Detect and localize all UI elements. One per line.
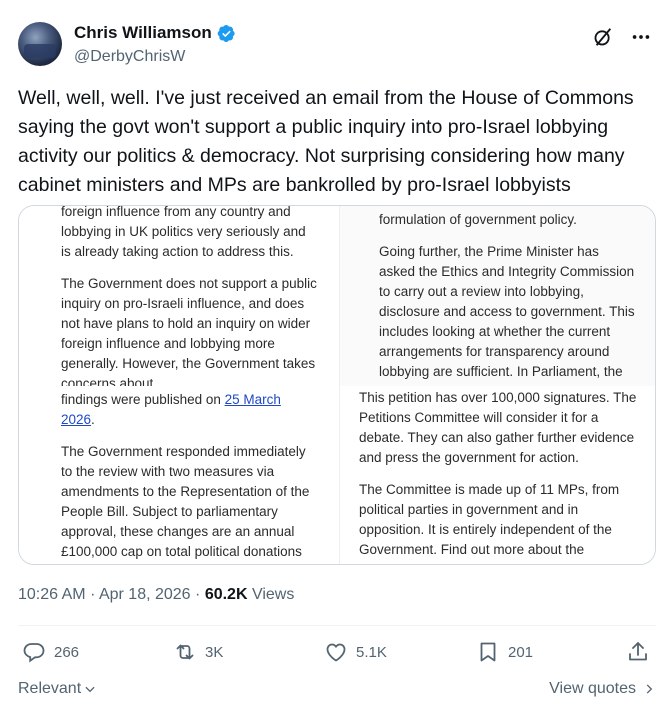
tweet-media-image[interactable]: foreign influence from any country and l… [18,205,656,565]
sort-label: Relevant [18,680,82,697]
divider [18,625,656,626]
like-icon [326,643,346,662]
replies-footer: Relevant View quotes [18,680,656,702]
views-label: Views [251,586,295,603]
share-icon [629,642,647,661]
media-paragraph: The Committee is made up of 11 MPs, from… [359,482,620,564]
bookmark-count: 201 [508,643,534,661]
grok-icon[interactable] [592,26,614,48]
repost-icon [176,644,194,660]
media-panel-bottom-left: findings were published on 25 March 2026… [19,386,339,564]
bookmark-button[interactable]: 201 [476,640,533,664]
repost-button[interactable]: 3K [173,640,223,664]
media-panel-bottom-right: This petition has over 100,000 signature… [339,386,655,564]
author-handle[interactable]: @DerbyChrisW [74,48,185,66]
media-text: . [91,412,95,427]
action-bar: 266 3K 5.1K 201 [18,640,656,668]
like-button[interactable]: 5.1K [324,640,387,664]
more-icon[interactable] [630,26,652,48]
tweet-time[interactable]: 10:26 AM [18,586,86,603]
tweet-date[interactable]: Apr 18, 2026 [99,586,191,603]
view-quotes-label: View quotes [549,680,636,697]
reply-button[interactable]: 266 [22,640,79,664]
media-text: findings were published on [61,392,225,407]
media-paragraph: Going further, the Prime Minister has as… [379,244,635,386]
media-paragraph: foreign influence from any country and l… [61,206,306,259]
verified-badge-icon [217,24,235,42]
avatar[interactable] [18,22,62,66]
reply-count: 266 [54,643,80,661]
meta-separator: · [195,586,201,603]
tweet-text: Well, well, well. I've just received an … [18,87,634,196]
media-paragraph: This petition has over 100,000 signature… [359,390,637,465]
repost-count: 3K [205,643,224,661]
bookmark-icon [480,642,496,662]
meta-separator: · [90,586,96,603]
reply-icon [23,643,45,663]
chevron-down-icon [85,686,95,693]
media-panel-top-right: formulation of government policy. Going … [339,206,655,386]
share-button[interactable] [626,640,650,664]
tweet-meta: 10:26 AM · Apr 18, 2026 · 60.2K Views [18,586,294,604]
media-paragraph: The Government does not support a public… [61,276,317,386]
author-name-row: Chris Williamson [74,23,236,43]
top-actions [592,26,652,48]
media-paragraph: formulation of government policy. [379,212,577,227]
views-count: 60.2K [204,586,248,603]
view-quotes-link[interactable]: View quotes [549,680,656,698]
sort-dropdown[interactable]: Relevant [18,680,97,698]
like-count: 5.1K [356,643,387,661]
media-paragraph: findings were published on 25 March 2026… [61,390,317,430]
media-panel-top-left: foreign influence from any country and l… [19,206,339,386]
chevron-right-icon [646,684,653,694]
author-display-name[interactable]: Chris Williamson [74,23,212,43]
media-divider [339,206,340,564]
media-paragraph: The Government responded immediately to … [61,444,310,559]
